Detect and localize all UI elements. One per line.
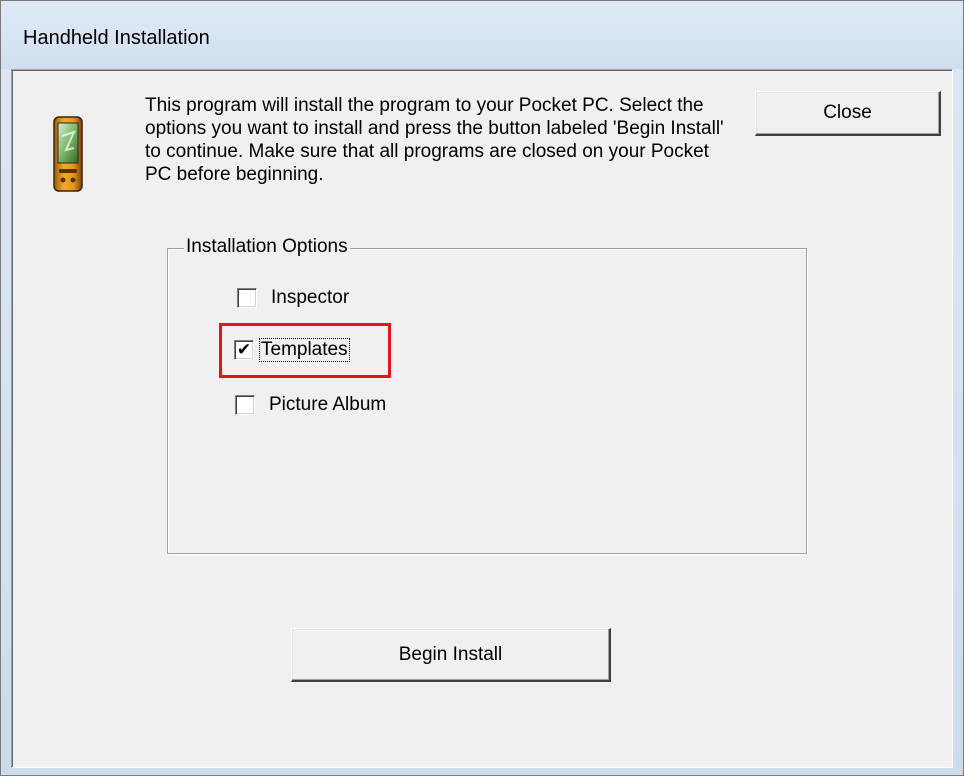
installation-options-label: Installation Options — [184, 236, 350, 258]
close-button-label: Close — [823, 102, 872, 123]
templates-checkbox-box[interactable]: ✔ — [234, 340, 254, 360]
templates-checkbox-label[interactable]: Templates — [259, 338, 350, 362]
checkmark-icon: ✔ — [236, 339, 252, 360]
begin-install-button[interactable]: Begin Install — [291, 628, 611, 682]
picture-album-checkbox[interactable]: Picture Album — [235, 392, 386, 418]
inspector-checkbox-box[interactable] — [237, 288, 257, 308]
inspector-checkbox-label[interactable]: Inspector — [271, 287, 349, 309]
title-bar[interactable]: Handheld Installation — [1, 1, 963, 70]
picture-album-checkbox-box[interactable] — [235, 395, 255, 415]
intro-text: This program will install the program to… — [145, 95, 724, 185]
window-frame-right — [952, 69, 963, 775]
pocket-pc-icon — [53, 116, 83, 192]
close-button[interactable]: Close — [755, 91, 941, 136]
begin-install-button-label: Begin Install — [398, 643, 503, 665]
handheld-installation-dialog: Handheld Installation This program will … — [0, 0, 964, 776]
inspector-checkbox[interactable]: Inspector — [237, 285, 349, 311]
picture-album-checkbox-label[interactable]: Picture Album — [269, 394, 386, 416]
window-title: Handheld Installation — [23, 27, 210, 49]
window-frame-left — [1, 69, 11, 775]
templates-checkbox[interactable]: ✔ Templates — [234, 337, 350, 363]
